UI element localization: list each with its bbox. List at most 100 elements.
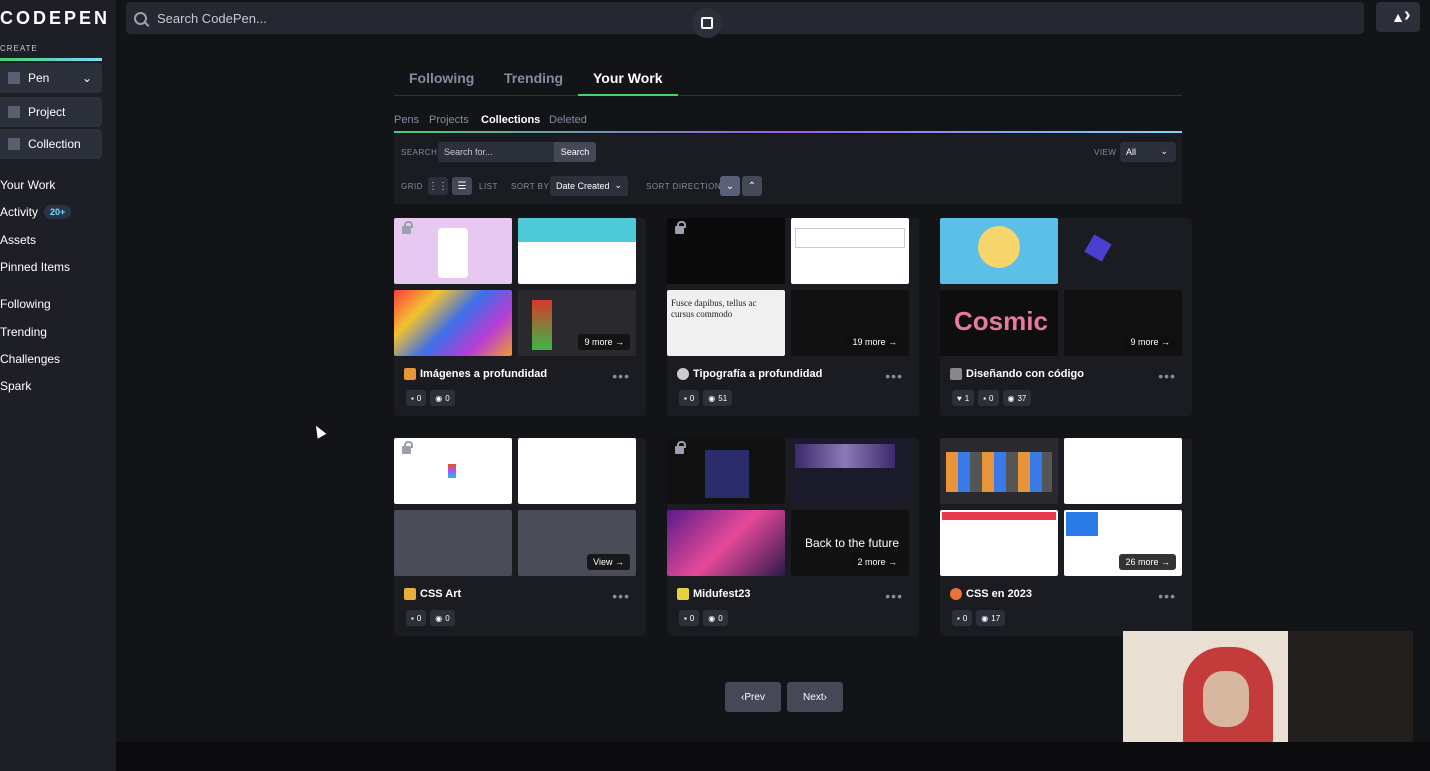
collection-thumbnail[interactable]	[667, 218, 785, 284]
more-options-icon[interactable]: •••	[1158, 588, 1176, 604]
subtab-pens[interactable]: Pens	[394, 114, 419, 126]
collection-card[interactable]: Fusce dapibus, tellus ac cursus commodo …	[667, 218, 919, 416]
chevron-down-icon[interactable]: ⌄	[82, 71, 92, 85]
subtab-collections[interactable]: Collections	[481, 114, 540, 126]
comments-count[interactable]: ▪ 0	[978, 390, 999, 406]
collection-title[interactable]: CSS Art	[404, 588, 461, 600]
collection-title-text: Tipografía a profundidad	[693, 368, 823, 380]
more-items-button[interactable]: 9 more →	[1124, 334, 1176, 350]
pen-icon	[8, 72, 20, 84]
comments-count[interactable]: ▪ 0	[952, 610, 973, 626]
collection-thumbnail[interactable]: Fusce dapibus, tellus ac cursus commodo	[667, 290, 785, 356]
collection-thumbnail[interactable]	[394, 290, 512, 356]
create-pen-button[interactable]: Pen ⌄	[0, 63, 102, 93]
collection-thumbnail[interactable]: 9 more →	[1064, 290, 1182, 356]
more-options-icon[interactable]: •••	[612, 368, 630, 384]
grid-view-icon[interactable]: ⋮⋮	[428, 177, 448, 195]
codepen-logo[interactable]: CODEPEN	[0, 8, 110, 29]
collection-title-text: Imágenes a profundidad	[420, 368, 548, 380]
collection-thumbnail[interactable]	[394, 510, 512, 576]
sidebar-item-label: Your Work	[0, 178, 56, 192]
subtab-projects[interactable]: Projects	[429, 114, 469, 126]
collection-thumbnail[interactable]: 26 more →	[1064, 510, 1182, 576]
collection-thumbnail[interactable]: 19 more →	[791, 290, 909, 356]
collection-thumbnail[interactable]	[667, 510, 785, 576]
collection-thumbnail[interactable]	[1064, 438, 1182, 504]
collection-title[interactable]: Tipografía a profundidad	[677, 368, 822, 380]
tab-trending[interactable]: Trending	[504, 70, 563, 86]
lock-icon	[675, 221, 686, 234]
sidebar-item-trending[interactable]: Trending	[0, 325, 47, 339]
create-collection-button[interactable]: Collection	[0, 129, 102, 159]
more-options-icon[interactable]: •••	[612, 588, 630, 604]
view-collection-button[interactable]: View →	[587, 554, 630, 570]
collection-thumbnail[interactable]: 9 more →	[518, 290, 636, 356]
pip-button[interactable]	[692, 8, 722, 38]
chevron-right-icon[interactable]: ›	[1404, 4, 1411, 27]
collection-thumbnail[interactable]: Cosmic	[940, 290, 1058, 356]
more-items-button[interactable]: 26 more →	[1119, 554, 1176, 570]
collection-title[interactable]: Midufest23	[677, 588, 750, 600]
collection-title[interactable]: Imágenes a profundidad	[404, 368, 547, 380]
tab-your-work[interactable]: Your Work	[593, 70, 663, 86]
create-project-button[interactable]: Project	[0, 97, 102, 127]
comments-count[interactable]: ▪ 0	[679, 610, 700, 626]
sidebar-item-activity[interactable]: Activity 20+	[0, 205, 72, 219]
sort-by-value: Date Created	[556, 181, 610, 191]
collection-title[interactable]: CSS en 2023	[950, 588, 1032, 600]
comments-count[interactable]: ▪ 0	[406, 390, 427, 406]
sort-descending-button[interactable]: ⌄	[720, 176, 740, 196]
sort-ascending-button[interactable]: ⌃	[742, 176, 762, 196]
likes-count[interactable]: ♥ 1	[952, 390, 975, 406]
sidebar-item-pinned-items[interactable]: Pinned Items	[0, 260, 70, 274]
collection-thumbnail[interactable]	[791, 218, 909, 284]
collection-stats: ▪ 0 ◉ 0	[406, 610, 455, 626]
view-select[interactable]: All ⌄	[1120, 142, 1176, 162]
sidebar-item-spark[interactable]: Spark	[0, 379, 31, 393]
comments-count[interactable]: ▪ 0	[679, 390, 700, 406]
search-bar[interactable]: Search CodePen...	[126, 2, 1364, 34]
collection-thumbnail[interactable]	[940, 510, 1058, 576]
collection-thumbnail[interactable]	[940, 218, 1058, 284]
collection-thumbnail[interactable]	[940, 438, 1058, 504]
collection-thumbnail[interactable]	[518, 438, 636, 504]
collection-thumbnail[interactable]	[394, 438, 512, 504]
collection-thumbnail[interactable]: Back to the future 2 more →	[791, 510, 909, 576]
sidebar-item-your-work[interactable]: Your Work	[0, 178, 55, 192]
more-items-button[interactable]: 19 more →	[846, 334, 903, 350]
prev-page-button[interactable]: ‹ Prev	[725, 682, 781, 712]
next-page-button[interactable]: Next ›	[787, 682, 843, 712]
collection-thumbnail[interactable]	[667, 438, 785, 504]
subtab-deleted[interactable]: Deleted	[549, 114, 587, 126]
collection-thumbnail[interactable]: View →	[518, 510, 636, 576]
comment-icon: ▪	[957, 613, 960, 623]
more-options-icon[interactable]: •••	[1158, 368, 1176, 384]
more-options-icon[interactable]: •••	[885, 368, 903, 384]
more-options-icon[interactable]: •••	[885, 588, 903, 604]
sort-by-select[interactable]: Date Created ⌄	[550, 176, 628, 196]
more-items-button[interactable]: 9 more →	[578, 334, 630, 350]
collection-stats: ▪ 0 ◉ 17	[952, 610, 1006, 626]
sidebar-item-assets[interactable]: Assets	[0, 233, 36, 247]
collection-thumbnail[interactable]	[518, 218, 636, 284]
collection-thumbnail[interactable]	[791, 438, 909, 504]
collection-thumbnail[interactable]	[1064, 218, 1182, 284]
sidebar-item-following[interactable]: Following	[0, 297, 51, 311]
sidebar-item-challenges[interactable]: Challenges	[0, 352, 60, 366]
collection-card[interactable]: 9 more → Imágenes a profundidad ••• ▪ 0 ◉…	[394, 218, 646, 416]
comments-count[interactable]: ▪ 0	[406, 610, 427, 626]
search-button[interactable]: Search	[554, 142, 596, 162]
collection-thumbnail[interactable]	[394, 218, 512, 284]
tab-following[interactable]: Following	[409, 70, 474, 86]
search-input[interactable]: Search CodePen...	[157, 11, 267, 26]
collection-search-input[interactable]: Search for...	[438, 142, 554, 162]
more-items-label: 26 more	[1125, 557, 1159, 567]
collection-title[interactable]: Diseñando con código	[950, 368, 1084, 380]
collection-card[interactable]: Back to the future 2 more → Midufest23 •…	[667, 438, 919, 636]
collection-card[interactable]: Cosmic 9 more → Diseñando con código •••…	[940, 218, 1192, 416]
collection-card[interactable]: 26 more → CSS en 2023 ••• ▪ 0 ◉ 17	[940, 438, 1192, 636]
collection-card[interactable]: View → CSS Art ••• ▪ 0 ◉ 0	[394, 438, 646, 636]
more-items-button[interactable]: 2 more →	[851, 554, 903, 570]
pin-button[interactable]: ▲	[1376, 2, 1420, 32]
list-view-icon[interactable]: ☰	[452, 177, 472, 195]
